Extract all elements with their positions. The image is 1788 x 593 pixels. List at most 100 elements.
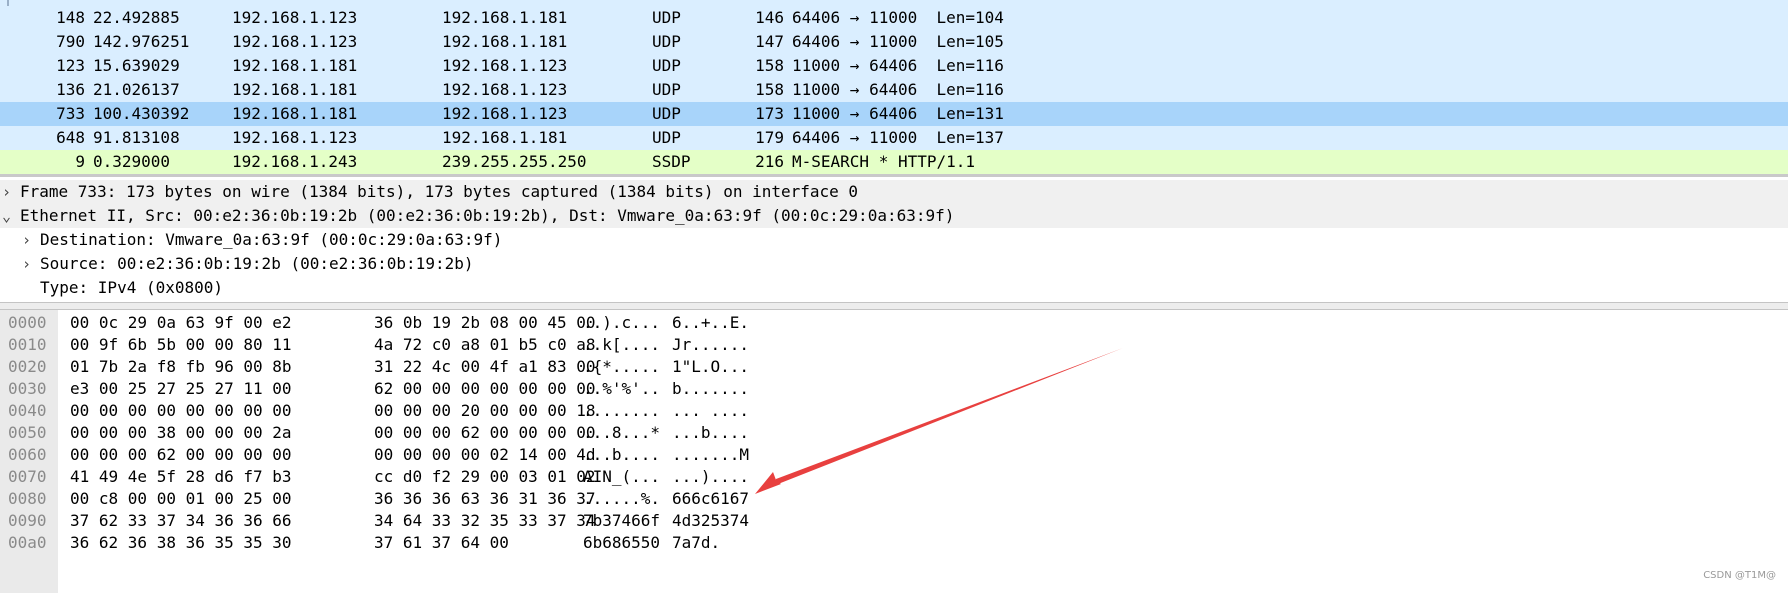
bytes-offset: 0010 [8, 335, 47, 354]
packet-proto: UDP [652, 56, 681, 75]
packet-row[interactable]: 790 142.976251 192.168.1.123 192.168.1.181 U… [0, 30, 1788, 54]
packet-row[interactable]: 136 21.026137 192.168.1.181 192.168.1.123 UD… [0, 78, 1788, 102]
packet-src: 192.168.1.123 [232, 8, 358, 27]
packet-dst: 239.255.255.250 [442, 152, 587, 171]
bytes-ascii: 6b686550 [583, 533, 661, 552]
packet-info: 64406 → 11000 Len=104 [792, 8, 1004, 27]
bytes-row[interactable]: 0070 41 49 4e 5f 28 d6 f7 b3 cc d0 f2 29 0… [0, 466, 1788, 488]
packet-no: 123 [56, 56, 85, 75]
bytes-row[interactable]: 0090 37 62 33 37 34 36 36 66 34 64 33 32 3… [0, 510, 1788, 532]
detail-row[interactable]: › Frame 733: 173 bytes on wire (1384 bits… [0, 180, 1788, 204]
packet-proto: UDP [652, 8, 681, 27]
bytes-hex: cc d0 f2 29 00 03 01 02 [374, 467, 596, 486]
bytes-hex: 01 7b 2a f8 fb 96 00 8b [70, 357, 292, 376]
bytes-hex: 4a 72 c0 a8 01 b5 c0 a8 [374, 335, 596, 354]
detail-text: Ethernet II, Src: 00:e2:36:0b:19:2b (00:… [20, 206, 955, 225]
bytes-offset: 0030 [8, 379, 47, 398]
detail-row[interactable]: › Destination: Vmware_0a:63:9f (00:0c:29:… [0, 228, 1788, 252]
packet-dst: 192.168.1.181 [442, 32, 568, 51]
packet-time: 15.639029 [93, 56, 180, 75]
bytes-row[interactable]: 00a0 36 62 36 38 36 35 35 30 37 61 37 64 0… [0, 532, 1788, 554]
collapsed-chevron-icon[interactable]: › [22, 252, 31, 276]
packet-len: 173 [755, 104, 784, 123]
bytes-row[interactable]: 0010 00 9f 6b 5b 00 00 80 11 4a 72 c0 a8 0… [0, 334, 1788, 356]
packet-src: 192.168.1.123 [232, 128, 358, 147]
bytes-ascii: ........ [583, 401, 661, 420]
packet-time: 0.329000 [93, 152, 171, 171]
expanded-chevron-icon[interactable]: ⌄ [2, 204, 11, 228]
packet-info: 11000 → 64406 Len=116 [792, 80, 1004, 99]
detail-row[interactable]: ⌄ Ethernet II, Src: 00:e2:36:0b:19:2b (00… [0, 204, 1788, 228]
packet-proto: SSDP [652, 152, 691, 171]
bytes-offset: 00a0 [8, 533, 47, 552]
packet-no: 148 [56, 8, 85, 27]
packet-list[interactable]: 148 22.492885 192.168.1.123 192.168.1.181 UD… [0, 0, 1788, 175]
bytes-hex: 00 00 00 00 00 00 00 00 [70, 401, 292, 420]
packet-src: 192.168.1.181 [232, 104, 358, 123]
bytes-ascii: ...b.... [583, 445, 661, 464]
bytes-ascii: AIN_(... [583, 467, 661, 486]
packet-src: 192.168.1.181 [232, 80, 358, 99]
packet-src: 192.168.1.123 [232, 32, 358, 51]
packet-time: 21.026137 [93, 80, 180, 99]
bytes-ascii: ...).... [672, 467, 750, 486]
pane-splitter-details[interactable] [0, 302, 1788, 310]
bytes-row[interactable]: 0060 00 00 00 62 00 00 00 00 00 00 00 00 0… [0, 444, 1788, 466]
pane-splitter-list[interactable] [0, 174, 1788, 177]
bytes-row[interactable]: 0020 01 7b 2a f8 fb 96 00 8b 31 22 4c 00 4… [0, 356, 1788, 378]
packet-row[interactable]: 148 22.492885 192.168.1.123 192.168.1.181 UD… [0, 6, 1788, 30]
bytes-row[interactable]: 0030 e3 00 25 27 25 27 11 00 62 00 00 00 0… [0, 378, 1788, 400]
packet-dst: 192.168.1.181 [442, 128, 568, 147]
packet-len: 216 [755, 152, 784, 171]
packet-info: 11000 → 64406 Len=116 [792, 56, 1004, 75]
packet-dst: 192.168.1.123 [442, 56, 568, 75]
bytes-ascii: ..k[.... [583, 335, 661, 354]
packet-len: 179 [755, 128, 784, 147]
watermark: CSDN @T1M@ [1703, 570, 1776, 581]
bytes-hex: 00 00 00 00 02 14 00 4d [374, 445, 596, 464]
packet-no: 136 [56, 80, 85, 99]
bytes-offset: 0020 [8, 357, 47, 376]
packet-row[interactable]: 648 91.813108 192.168.1.123 192.168.1.181 UD… [0, 126, 1788, 150]
collapsed-chevron-icon[interactable]: › [2, 180, 11, 204]
packet-time: 142.976251 [93, 32, 190, 51]
packet-row-selected[interactable]: 733 100.430392 192.168.1.181 192.168.1.123 U… [0, 102, 1788, 126]
collapsed-chevron-icon[interactable]: › [22, 228, 31, 252]
packet-bytes[interactable]: 0000 00 0c 29 0a 63 9f 00 e2 36 0b 19 2b 0… [0, 310, 1788, 593]
packet-row[interactable]: 9 0.329000 192.168.1.243 239.255.255.250 SSD… [0, 150, 1788, 174]
packet-len: 158 [755, 80, 784, 99]
bytes-ascii: ......%. [583, 489, 661, 508]
packet-row[interactable]: 123 15.639029 192.168.1.181 192.168.1.123 UD… [0, 54, 1788, 78]
bytes-hex: 37 62 33 37 34 36 36 66 [70, 511, 292, 530]
bytes-row[interactable]: 0040 00 00 00 00 00 00 00 00 00 00 00 20 0… [0, 400, 1788, 422]
packet-details[interactable]: › Frame 733: 173 bytes on wire (1384 bits… [0, 178, 1788, 302]
bytes-hex: 00 9f 6b 5b 00 00 80 11 [70, 335, 292, 354]
bytes-row[interactable]: 0000 00 0c 29 0a 63 9f 00 e2 36 0b 19 2b 0… [0, 312, 1788, 334]
bytes-offset: 0050 [8, 423, 47, 442]
packet-proto: UDP [652, 128, 681, 147]
packet-no: 9 [75, 152, 85, 171]
bytes-hex: 34 64 33 32 35 33 37 34 [374, 511, 596, 530]
packet-info: 11000 → 64406 Len=131 [792, 104, 1004, 123]
detail-row[interactable]: Type: IPv4 (0x0800) [0, 276, 1788, 300]
packet-proto: UDP [652, 104, 681, 123]
bytes-offset: 0080 [8, 489, 47, 508]
bytes-ascii: ... .... [672, 401, 750, 420]
bytes-hex: 36 62 36 38 36 35 35 30 [70, 533, 292, 552]
bytes-ascii: 7a7d. [672, 533, 721, 552]
bytes-row[interactable]: 0050 00 00 00 38 00 00 00 2a 00 00 00 62 0… [0, 422, 1788, 444]
bytes-hex: 31 22 4c 00 4f a1 83 00 [374, 357, 596, 376]
detail-text: Source: 00:e2:36:0b:19:2b (00:e2:36:0b:1… [40, 254, 474, 273]
bytes-hex: 00 00 00 38 00 00 00 2a [70, 423, 292, 442]
packet-info: 64406 → 11000 Len=137 [792, 128, 1004, 147]
detail-text: Destination: Vmware_0a:63:9f (00:0c:29:0… [40, 230, 503, 249]
bytes-hex: 00 00 00 20 00 00 00 18 [374, 401, 596, 420]
packet-time: 100.430392 [93, 104, 190, 123]
detail-row[interactable]: › Source: 00:e2:36:0b:19:2b (00:e2:36:0b:… [0, 252, 1788, 276]
bytes-row[interactable]: 0080 00 c8 00 00 01 00 25 00 36 36 36 63 3… [0, 488, 1788, 510]
bytes-ascii: 7b37466f [583, 511, 661, 530]
bytes-offset: 0070 [8, 467, 47, 486]
packet-dst: 192.168.1.123 [442, 80, 568, 99]
bytes-ascii: 1"L.O... [672, 357, 750, 376]
bytes-hex: 36 36 36 63 36 31 36 37 [374, 489, 596, 508]
